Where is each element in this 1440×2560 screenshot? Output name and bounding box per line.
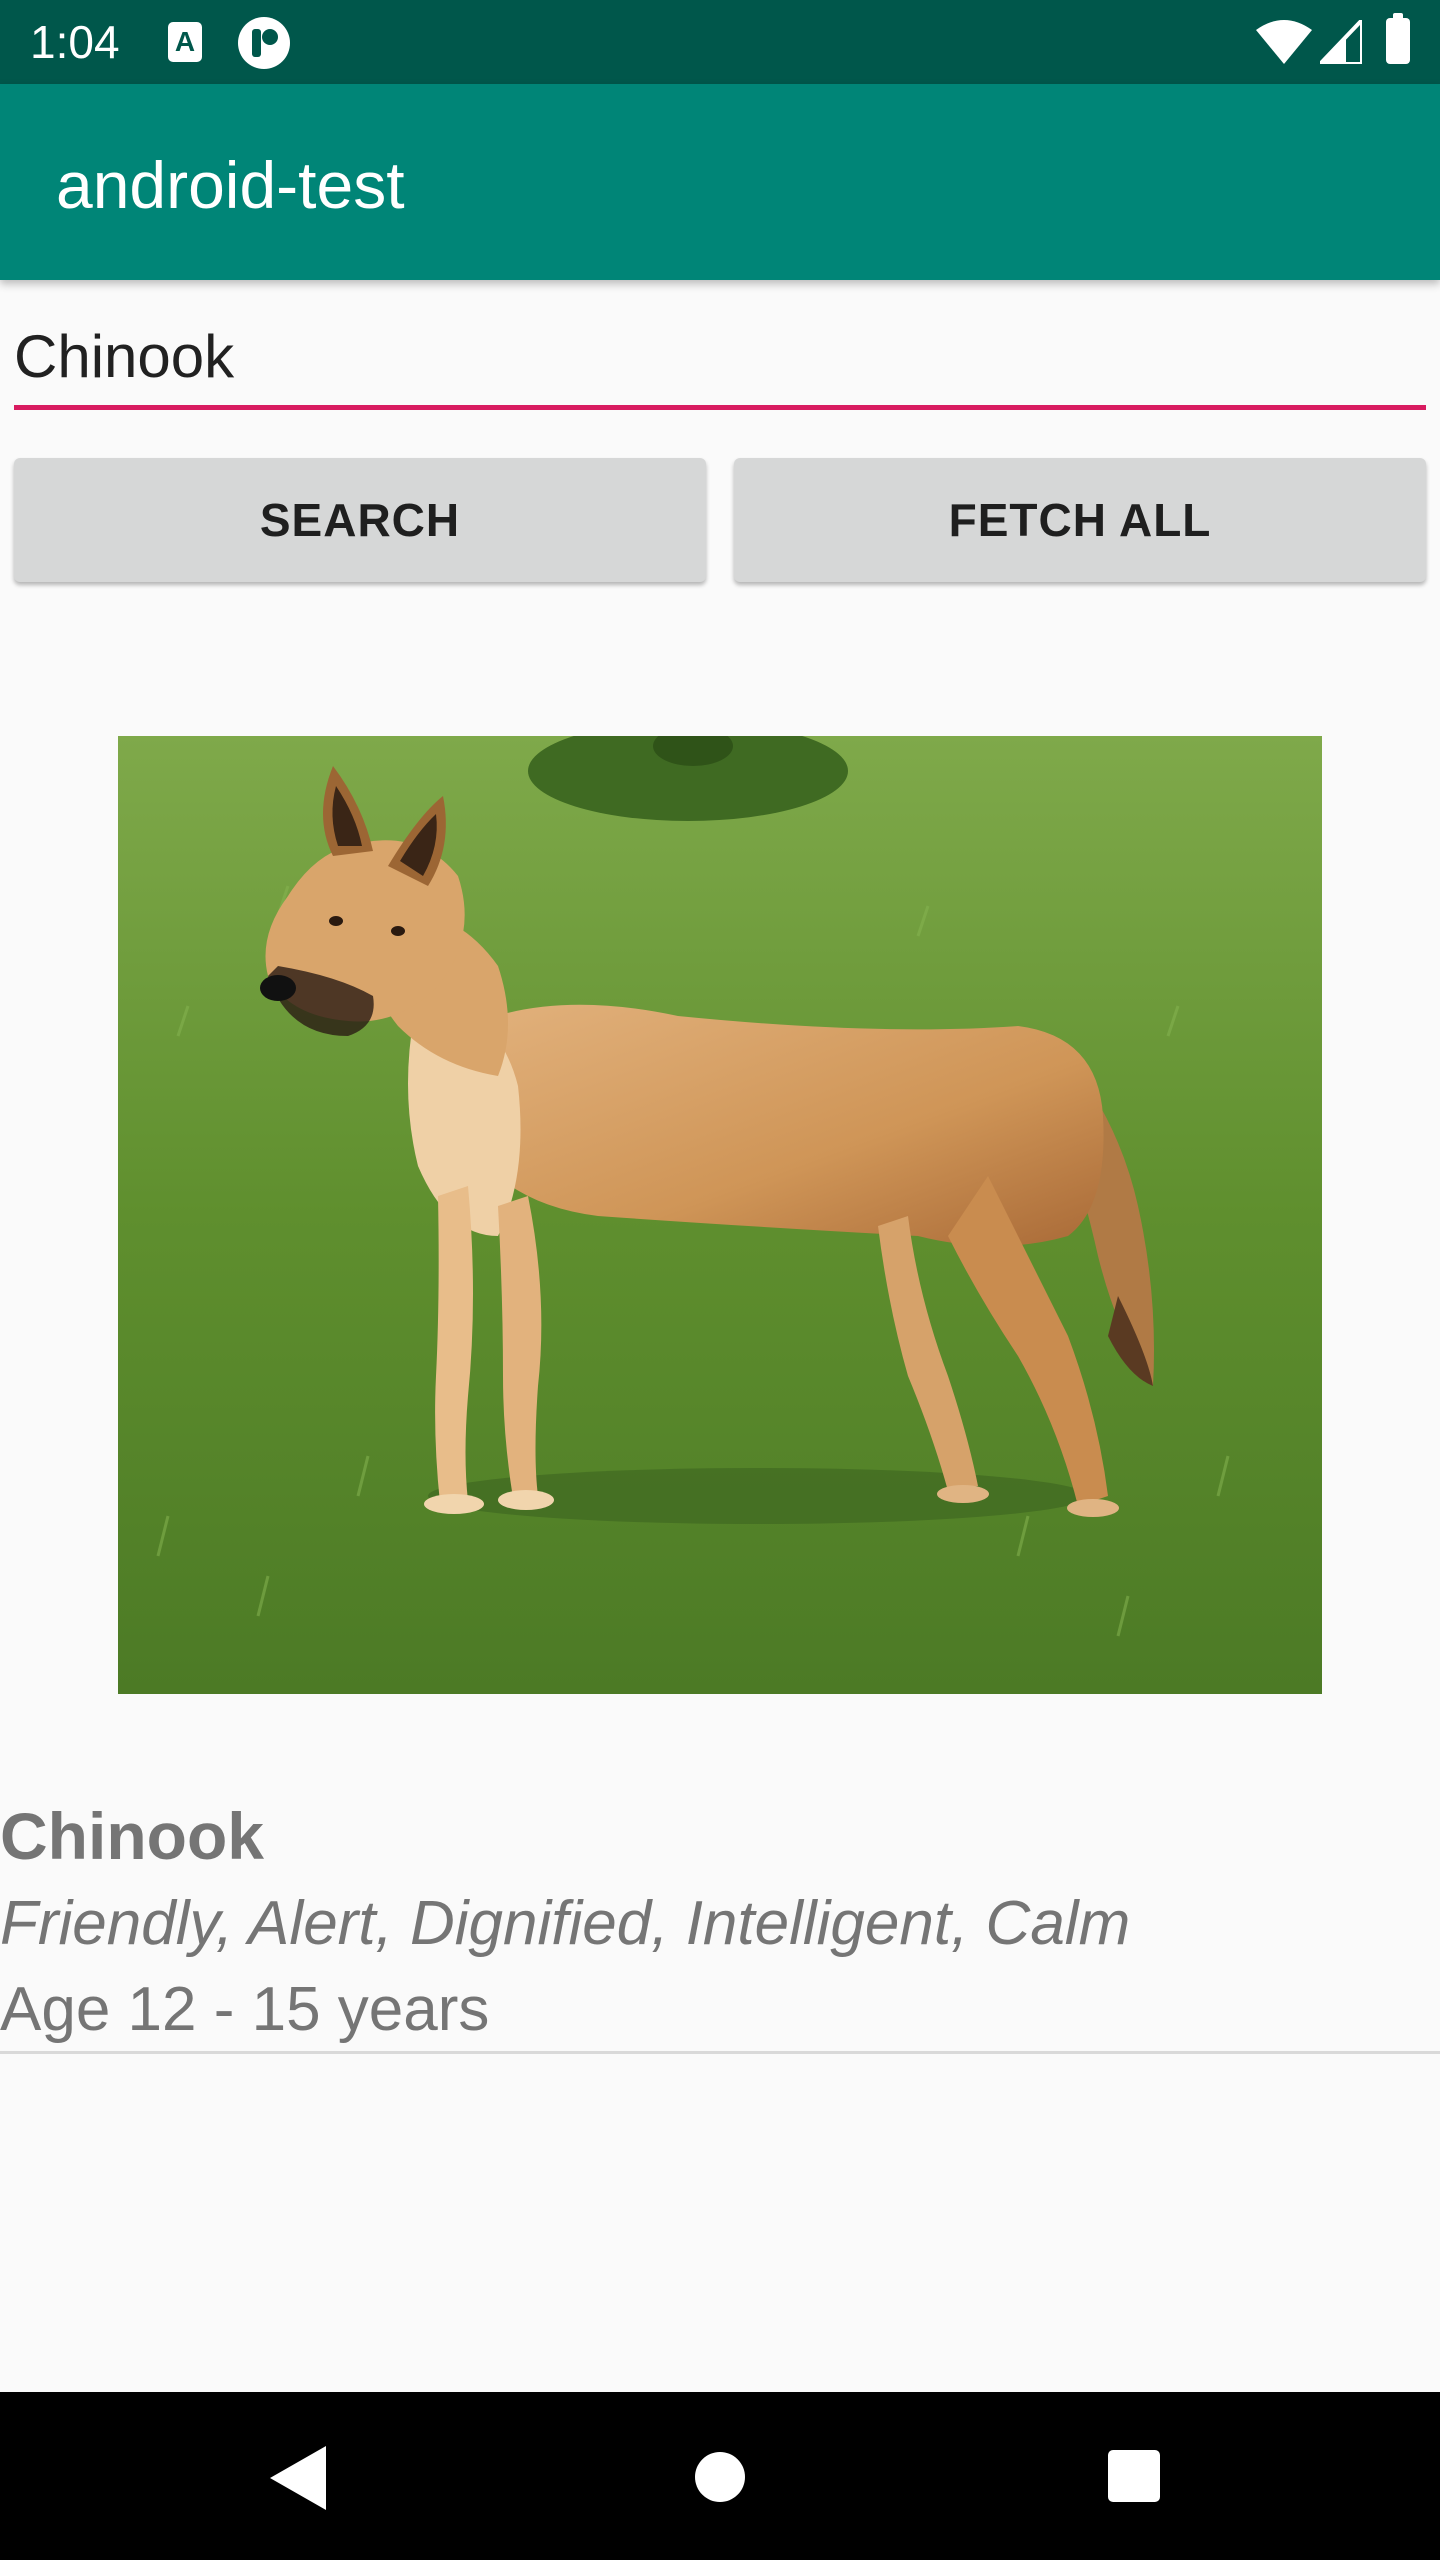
search-input[interactable] [14, 318, 1426, 410]
wifi-icon [1256, 20, 1312, 64]
breed-temperament: Friendly, Alert, Dignified, Intelligent,… [0, 1889, 1131, 1958]
list-divider [0, 2051, 1440, 2054]
status-time: 1:04 [30, 16, 120, 68]
app-title: android-test [56, 148, 405, 222]
search-button[interactable]: SEARCH [14, 458, 706, 582]
text-a-icon: A [168, 22, 202, 62]
status-bar: 1:04 A [0, 0, 1440, 84]
home-icon[interactable] [695, 2452, 745, 2502]
fetch-all-button[interactable]: FETCH ALL [734, 458, 1426, 582]
navigation-bar [0, 2392, 1440, 2560]
pocket-p-icon [238, 17, 290, 69]
dog-photo [118, 736, 1322, 1694]
app-bar: android-test [0, 84, 1440, 280]
battery-icon [1386, 13, 1410, 64]
signal-icon [1320, 20, 1362, 64]
breed-life-span: Age 12 - 15 years [0, 1975, 490, 2044]
breed-name: Chinook [0, 1799, 264, 1873]
back-icon[interactable] [270, 2446, 326, 2510]
recents-icon[interactable] [1108, 2450, 1160, 2502]
